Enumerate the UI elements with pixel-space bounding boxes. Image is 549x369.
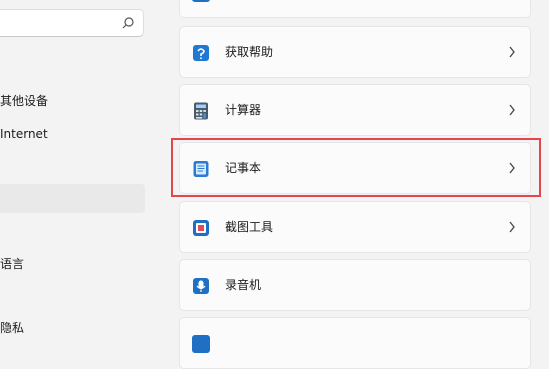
notepad-icon (193, 161, 209, 177)
app-list-item-notepad[interactable]: 记事本 (179, 142, 531, 194)
chevron-right-icon (509, 162, 515, 174)
app-list-item-get-help[interactable]: 获取帮助 (179, 26, 531, 78)
sidebar-item-label: 隐私 (0, 321, 25, 335)
app-list-item-snipping-tool[interactable]: 截图工具 (179, 201, 531, 253)
app-list-item[interactable] (179, 317, 531, 369)
app-label: 录音机 (225, 278, 262, 292)
app-list-item-calculator[interactable]: 计算器 (179, 84, 531, 136)
search-input[interactable] (0, 14, 113, 34)
sidebar-item-language[interactable]: 语言 (0, 249, 145, 279)
sidebar-item-label: 语言 (0, 257, 25, 271)
calculator-icon (194, 102, 208, 120)
sidebar-item-label: Internet (0, 127, 48, 141)
search-box[interactable] (0, 9, 144, 37)
app-icon (192, 0, 210, 2)
sidebar-item-internet[interactable]: Internet (0, 119, 145, 149)
app-label: 计算器 (225, 103, 262, 117)
app-icon (192, 335, 210, 353)
snipping-tool-icon (193, 220, 209, 236)
app-label: 截图工具 (225, 220, 274, 234)
chevron-right-icon (509, 221, 515, 233)
sidebar-item-label: 其他设备 (0, 94, 49, 108)
app-label: 记事本 (225, 161, 262, 175)
app-list: 获取帮助 计算器 记事本 截图工具 录音机 (160, 0, 549, 369)
app-list-item[interactable] (179, 0, 531, 18)
app-list-item-voice-recorder[interactable]: 录音机 (179, 259, 531, 311)
sidebar-item-apps-selected[interactable] (0, 184, 145, 213)
voice-recorder-icon (193, 278, 209, 294)
chevron-right-icon (509, 46, 515, 58)
app-label: 获取帮助 (225, 45, 274, 59)
sidebar-item-other-devices[interactable]: 其他设备 (0, 86, 145, 116)
search-icon[interactable] (121, 16, 135, 30)
chevron-right-icon (509, 104, 515, 116)
help-icon (193, 45, 209, 61)
navigation-pane: 其他设备 Internet 语言 隐私 (0, 0, 160, 335)
sidebar-item-privacy[interactable]: 隐私 (0, 313, 145, 343)
